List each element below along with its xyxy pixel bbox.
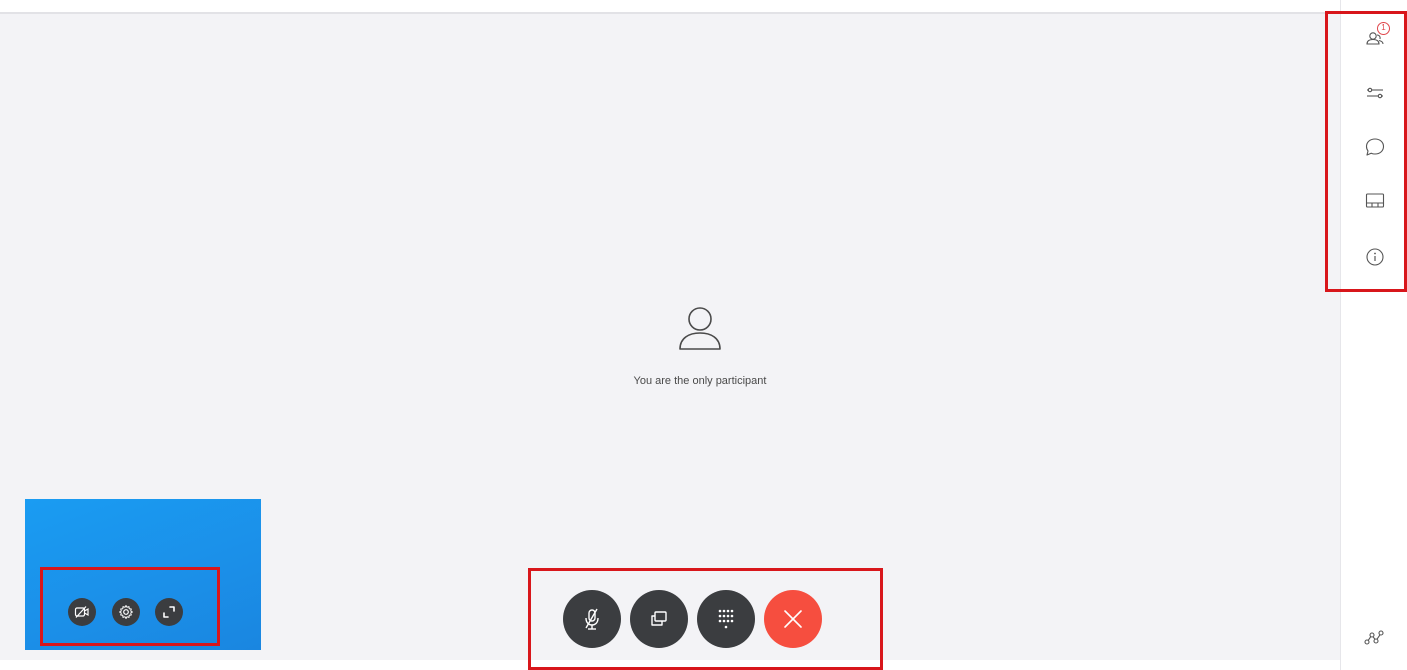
- sidebar-item-layout[interactable]: [1362, 188, 1388, 214]
- sidebar-item-chat[interactable]: [1362, 134, 1388, 160]
- mute-button[interactable]: [563, 590, 621, 648]
- expand-icon: [163, 606, 175, 618]
- video-off-icon: [74, 606, 89, 618]
- person-icon: [679, 307, 721, 350]
- network-status-button[interactable]: [1361, 624, 1387, 650]
- only-participant-message: You are the only participant: [633, 375, 767, 387]
- share-screen-button[interactable]: [630, 590, 688, 648]
- microphone-muted-icon: [585, 608, 599, 630]
- gear-icon: [119, 605, 133, 619]
- layout-icon: [1365, 193, 1385, 208]
- keypad-icon: [718, 609, 734, 629]
- sidebar-item-settings[interactable]: [1362, 80, 1388, 106]
- keypad-button[interactable]: [697, 590, 755, 648]
- info-icon: [1366, 248, 1384, 266]
- stop-video-button[interactable]: [68, 598, 96, 626]
- chat-bubble-icon: [1365, 138, 1385, 156]
- sidebar-item-info[interactable]: [1362, 244, 1388, 270]
- end-call-button[interactable]: [764, 590, 822, 648]
- close-icon: [784, 610, 802, 628]
- participants-count-badge: 1: [1377, 22, 1390, 35]
- share-screen-icon: [651, 611, 667, 626]
- participant-placeholder: You are the only participant: [560, 305, 840, 387]
- expand-self-view-button[interactable]: [155, 598, 183, 626]
- self-view-settings-button[interactable]: [112, 598, 140, 626]
- sliders-icon: [1367, 87, 1383, 99]
- network-icon: [1364, 630, 1384, 645]
